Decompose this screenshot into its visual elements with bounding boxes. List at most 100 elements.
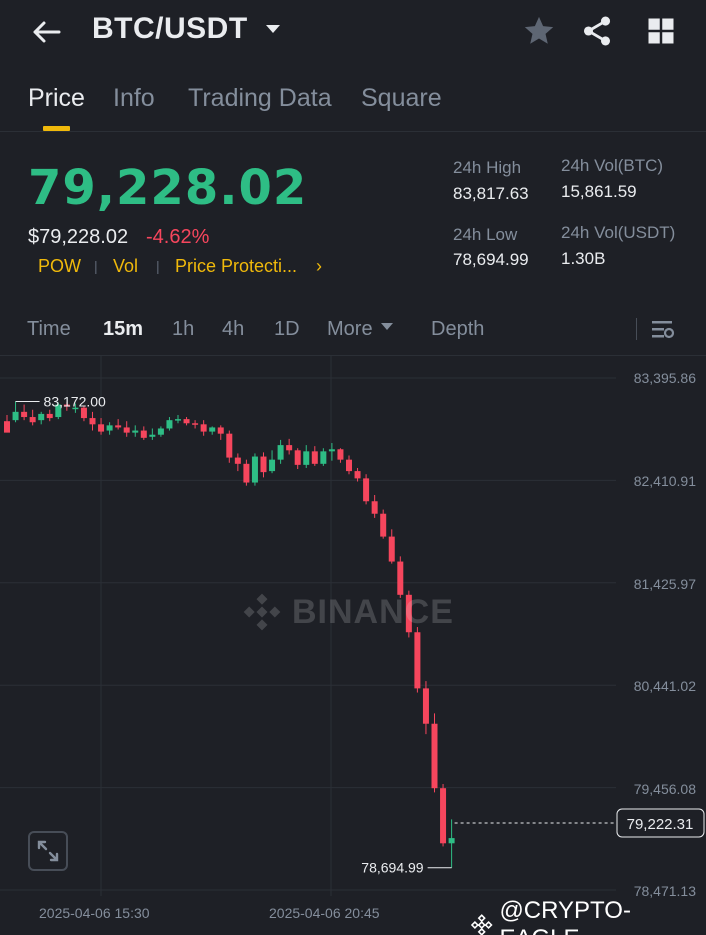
candle[interactable] bbox=[311, 451, 318, 464]
candle[interactable] bbox=[243, 463, 250, 483]
binance-logo-icon bbox=[470, 914, 493, 935]
candle[interactable] bbox=[149, 434, 156, 437]
interval-1d[interactable]: 1D bbox=[274, 318, 300, 341]
time-tick-label: 2025-04-06 20:45 bbox=[269, 905, 380, 921]
binance-watermark: BINANCE bbox=[240, 590, 454, 634]
candle[interactable] bbox=[38, 413, 45, 421]
chevron-right-icon[interactable]: › bbox=[316, 256, 322, 277]
price-tick-label: 79,456.08 bbox=[633, 781, 696, 797]
tab-square[interactable]: Square bbox=[361, 84, 442, 113]
back-button[interactable] bbox=[28, 14, 64, 50]
stat-24h-vol-usdt-value: 1.30B bbox=[561, 249, 606, 268]
candle[interactable] bbox=[157, 428, 164, 435]
candle[interactable] bbox=[12, 411, 19, 421]
candle[interactable] bbox=[328, 449, 335, 452]
interval-more-label: More bbox=[327, 318, 373, 340]
tab-info[interactable]: Info bbox=[113, 84, 155, 113]
tab-price[interactable]: Price bbox=[28, 84, 85, 113]
candle[interactable] bbox=[209, 427, 216, 432]
candle[interactable] bbox=[269, 459, 276, 472]
star-icon[interactable] bbox=[522, 14, 556, 48]
candle[interactable] bbox=[251, 456, 258, 483]
divider bbox=[0, 131, 706, 132]
candle[interactable] bbox=[166, 420, 173, 429]
current-price-tag-label: 79,222.31 bbox=[627, 816, 694, 833]
candle[interactable] bbox=[431, 723, 438, 789]
candle[interactable] bbox=[192, 423, 199, 425]
header-bar: BTC/USDT bbox=[0, 0, 706, 66]
tag-vol[interactable]: Vol bbox=[113, 256, 138, 277]
interval-4h[interactable]: 4h bbox=[222, 318, 244, 341]
candle[interactable] bbox=[89, 418, 96, 425]
pair-title[interactable]: BTC/USDT bbox=[92, 12, 248, 46]
candle[interactable] bbox=[448, 838, 455, 844]
tag-pow[interactable]: POW bbox=[38, 256, 81, 277]
candle[interactable] bbox=[98, 424, 105, 432]
stat-24h-high-label: 24h High bbox=[453, 158, 522, 177]
candle[interactable] bbox=[226, 433, 233, 458]
share-icon[interactable] bbox=[580, 14, 614, 48]
candle[interactable] bbox=[29, 417, 36, 423]
candle[interactable] bbox=[320, 451, 327, 464]
binance-logo-icon bbox=[243, 593, 281, 631]
candle[interactable] bbox=[4, 421, 10, 433]
candle[interactable] bbox=[346, 459, 352, 472]
candle[interactable] bbox=[234, 457, 241, 464]
candle[interactable] bbox=[286, 445, 293, 451]
interval-15m[interactable]: 15m bbox=[103, 318, 143, 341]
stat-24h-vol-usdt-label: 24h Vol(USDT) bbox=[561, 223, 676, 242]
credit-text: @CRYPTO-EAGLE bbox=[499, 897, 631, 935]
tag-separator: | bbox=[156, 258, 160, 274]
interval-time[interactable]: Time bbox=[27, 318, 71, 341]
candle[interactable] bbox=[380, 513, 387, 537]
watermark-text: BINANCE bbox=[292, 592, 454, 631]
fullscreen-button[interactable] bbox=[28, 831, 68, 871]
tab-trading-data[interactable]: Trading Data bbox=[188, 84, 332, 113]
candle[interactable] bbox=[440, 788, 447, 844]
candle[interactable] bbox=[115, 425, 122, 428]
indicator-settings-icon[interactable] bbox=[650, 318, 676, 342]
candle[interactable] bbox=[354, 471, 361, 479]
stat-24h-low-value: 78,694.99 bbox=[453, 250, 529, 269]
price-tick-label: 82,410.91 bbox=[633, 473, 696, 489]
arrow-left-icon bbox=[33, 21, 61, 43]
divider bbox=[636, 318, 637, 340]
stat-24h-high-value: 83,817.63 bbox=[453, 184, 529, 203]
stat-24h-low-label: 24h Low bbox=[453, 225, 518, 244]
last-price: 79,228.02 bbox=[28, 160, 308, 216]
candle[interactable] bbox=[371, 501, 378, 514]
caret-down-icon[interactable] bbox=[264, 22, 282, 36]
tag-separator: | bbox=[94, 258, 98, 274]
grid-icon[interactable] bbox=[646, 16, 676, 46]
stat-24h-vol-btc-label: 24h Vol(BTC) bbox=[561, 156, 664, 175]
candle[interactable] bbox=[337, 449, 344, 460]
candle[interactable] bbox=[217, 427, 224, 434]
candle[interactable] bbox=[21, 411, 28, 418]
time-tick-label: 2025-04-06 15:30 bbox=[39, 905, 150, 921]
candle[interactable] bbox=[363, 478, 370, 502]
candle[interactable] bbox=[294, 450, 301, 465]
candle[interactable] bbox=[388, 536, 395, 562]
credit-watermark: @CRYPTO-EAGLE bbox=[470, 897, 706, 935]
tag-price-protection[interactable]: Price Protecti... bbox=[175, 256, 297, 277]
usd-price: $79,228.02 bbox=[28, 226, 129, 248]
interval-more[interactable]: More bbox=[327, 318, 394, 341]
candle[interactable] bbox=[46, 413, 53, 419]
candle[interactable] bbox=[260, 456, 267, 473]
candle[interactable] bbox=[414, 632, 421, 689]
candle[interactable] bbox=[422, 688, 429, 724]
candle[interactable] bbox=[132, 430, 139, 433]
candle[interactable] bbox=[183, 419, 190, 424]
price-tick-label: 81,425.97 bbox=[633, 576, 696, 592]
candle[interactable] bbox=[140, 430, 147, 438]
interval-1h[interactable]: 1h bbox=[172, 318, 194, 341]
percent-change: -4.62% bbox=[146, 226, 210, 248]
candle[interactable] bbox=[200, 424, 207, 432]
stat-24h-vol-btc-value: 15,861.59 bbox=[561, 182, 637, 201]
candle[interactable] bbox=[106, 425, 113, 431]
tab-depth[interactable]: Depth bbox=[431, 318, 484, 341]
candle[interactable] bbox=[303, 451, 310, 465]
candle[interactable] bbox=[123, 427, 130, 433]
candle[interactable] bbox=[175, 419, 181, 421]
candle[interactable] bbox=[277, 445, 284, 460]
